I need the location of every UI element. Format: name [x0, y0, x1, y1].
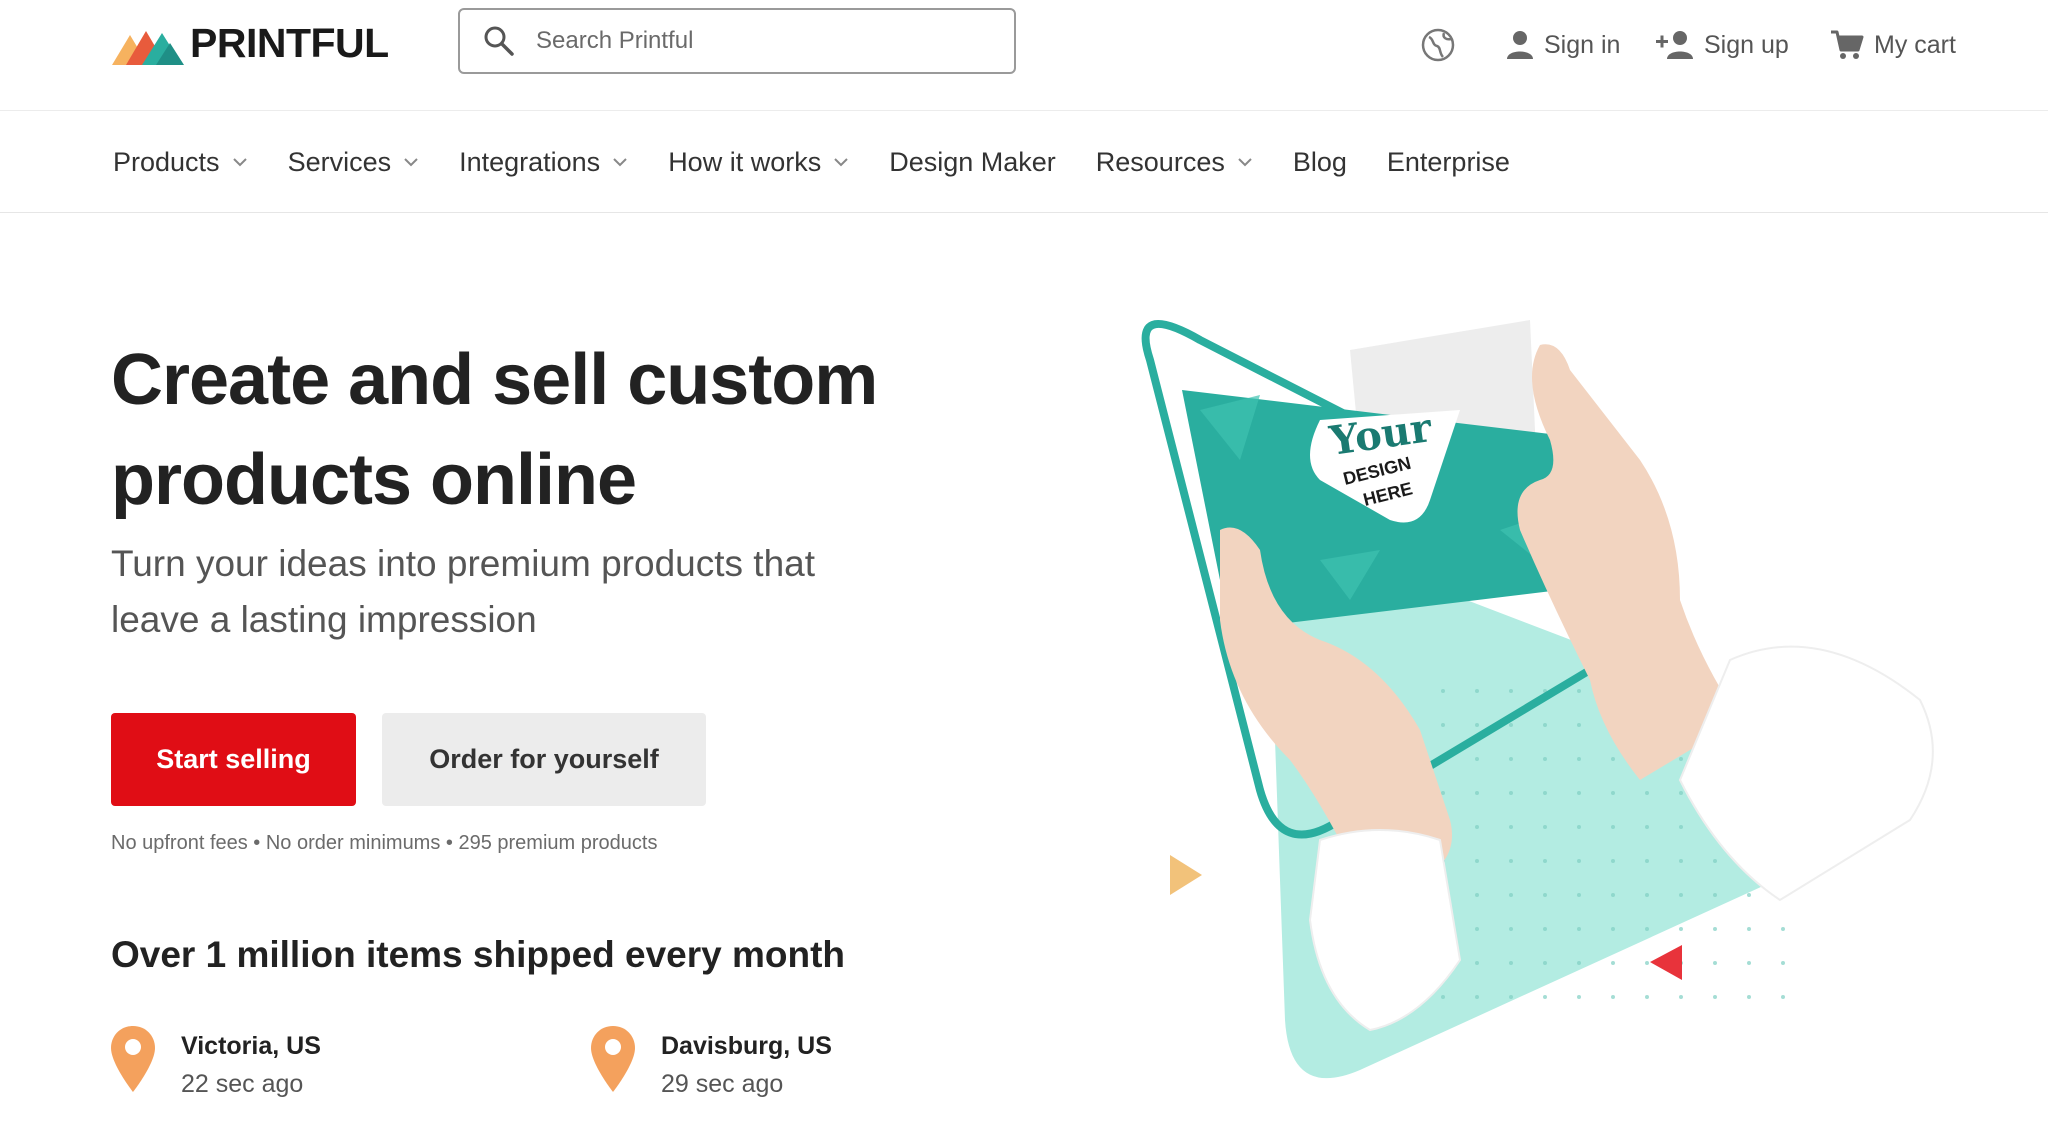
- nav-label: Services: [287, 146, 392, 177]
- shipping-heading: Over 1 million items shipped every month: [111, 934, 846, 975]
- chevron-down-icon: [613, 158, 627, 167]
- cart-label: My cart: [1874, 30, 1956, 59]
- chevron-down-icon: [834, 158, 848, 167]
- nav-design-maker[interactable]: Design Maker: [889, 147, 1056, 178]
- nav-integrations[interactable]: Integrations: [459, 147, 628, 178]
- hero-title-line-1: Create and sell custom: [111, 340, 878, 420]
- hero-fine-print: No upfront fees • No order minimums • 29…: [111, 832, 658, 854]
- sign-in-label: Sign in: [1544, 30, 1621, 59]
- add-user-icon: [1656, 31, 1693, 59]
- user-icon: [1507, 31, 1533, 59]
- location-place: Victoria, US: [181, 1032, 321, 1060]
- nav-label: Resources: [1095, 146, 1225, 177]
- gold-accent-triangle: [1170, 855, 1202, 895]
- chevron-down-icon: [1238, 158, 1252, 167]
- printful-logo-mark: [112, 31, 184, 65]
- search-icon: [484, 26, 514, 56]
- logo-wordmark: PRINTFUL: [190, 19, 389, 66]
- nav-label: Products: [113, 146, 220, 177]
- nav-services[interactable]: Services: [288, 147, 420, 178]
- location-place: Davisburg, US: [661, 1032, 832, 1060]
- nav-label: Integrations: [459, 146, 601, 177]
- nav-divider: [0, 212, 2048, 213]
- start-selling-button[interactable]: Start selling: [111, 713, 356, 806]
- hero-title: Create and sell custom products online: [111, 330, 1011, 530]
- search-input[interactable]: [534, 26, 978, 56]
- location-pin-icon: [111, 1026, 155, 1092]
- location-time: 29 sec ago: [661, 1070, 784, 1098]
- top-bar: PRINTFUL Sign in Sign up: [0, 0, 2048, 110]
- printful-logo[interactable]: PRINTFUL: [112, 20, 389, 66]
- nav-how-it-works[interactable]: How it works: [668, 147, 849, 178]
- sign-up-label: Sign up: [1704, 30, 1789, 59]
- hero-subtitle-line-2: leave a lasting impression: [111, 599, 537, 640]
- hero-subtitle-line-1: Turn your ideas into premium products th…: [111, 543, 816, 584]
- sign-up-link[interactable]: Sign up: [1656, 20, 1789, 70]
- language-selector[interactable]: [1420, 20, 1456, 70]
- location-pin-icon: [591, 1026, 635, 1092]
- order-for-yourself-button[interactable]: Order for yourself: [382, 713, 706, 806]
- nav-products[interactable]: Products: [113, 147, 248, 178]
- sign-in-link[interactable]: Sign in: [1506, 20, 1620, 70]
- nav-label: Blog: [1292, 146, 1347, 177]
- nav-enterprise[interactable]: Enterprise: [1387, 147, 1510, 178]
- chevron-down-icon: [404, 158, 418, 167]
- hero-subtitle: Turn your ideas into premium products th…: [111, 536, 911, 648]
- hero-title-line-2: products online: [111, 440, 637, 520]
- header-divider: [0, 110, 2048, 111]
- nav-resources[interactable]: Resources: [1096, 147, 1253, 178]
- cart-icon: [1831, 30, 1864, 59]
- nav-blog[interactable]: Blog: [1293, 147, 1347, 178]
- nav-label: How it works: [668, 146, 822, 177]
- chevron-down-icon: [232, 158, 247, 167]
- search-box[interactable]: [458, 8, 1016, 74]
- hero-illustration: Your DESIGN HERE: [1141, 320, 1934, 1079]
- main-nav: Products Services Integrations How it wo…: [113, 140, 1550, 184]
- globe-icon: [1421, 28, 1455, 62]
- nav-label: Design Maker: [889, 146, 1056, 177]
- cart-link[interactable]: My cart: [1830, 20, 1956, 70]
- location-time: 22 sec ago: [181, 1070, 304, 1098]
- nav-label: Enterprise: [1386, 146, 1510, 177]
